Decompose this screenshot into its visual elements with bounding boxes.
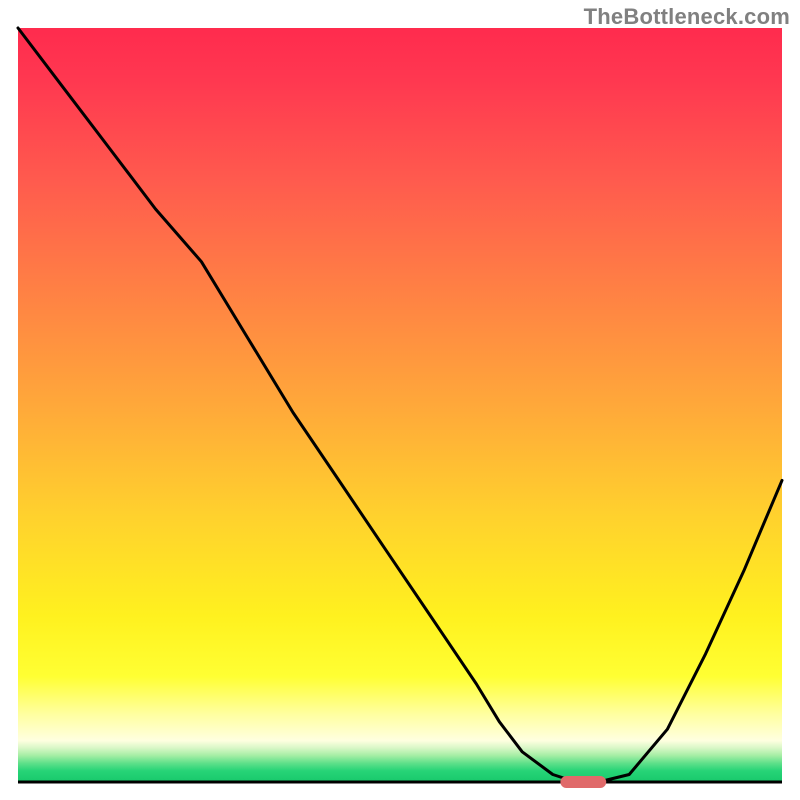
gradient-background: [18, 28, 782, 782]
plot-area: [18, 28, 782, 788]
watermark-text: TheBottleneck.com: [584, 4, 790, 30]
bottleneck-chart: [0, 0, 800, 800]
flat-segment-marker: [560, 776, 606, 788]
chart-stage: TheBottleneck.com: [0, 0, 800, 800]
